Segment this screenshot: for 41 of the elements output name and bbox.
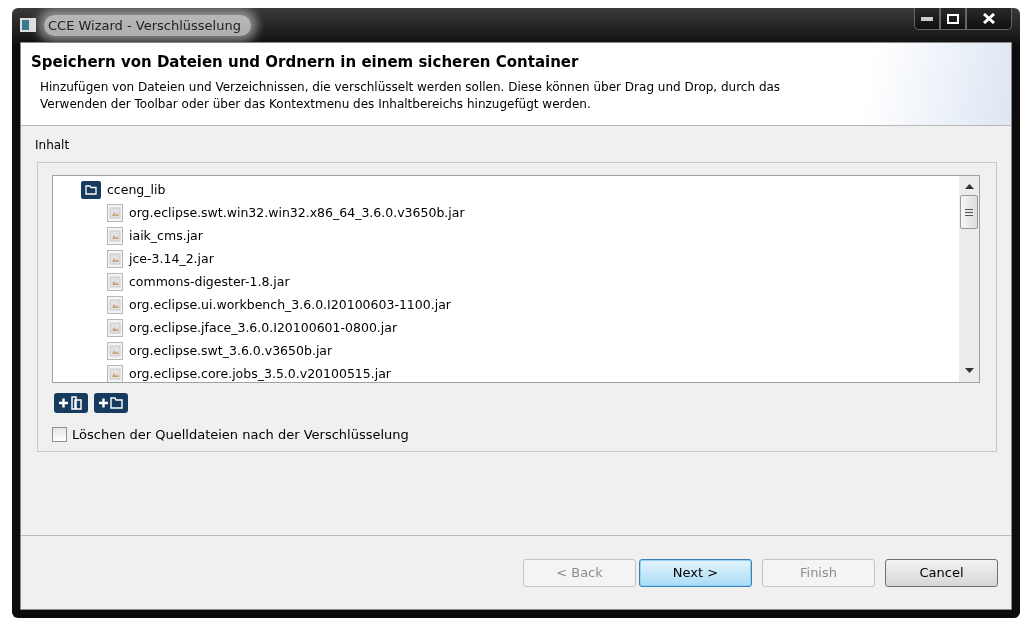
add-folder-icon: [98, 396, 124, 410]
tree-item[interactable]: cceng_lib: [107, 182, 166, 197]
app-icon: [20, 18, 36, 32]
maximize-icon: [947, 13, 959, 24]
add-folder-button[interactable]: [94, 393, 128, 413]
tree-item[interactable]: org.eclipse.ui.workbench_3.6.0.I20100603-1100.jar: [129, 297, 451, 312]
close-icon: [983, 13, 995, 24]
file-icon: [107, 318, 123, 337]
grip-icon: [965, 208, 973, 216]
file-icon: [107, 249, 123, 268]
file-icon: [107, 226, 123, 245]
file-icon: [107, 341, 123, 360]
file-icon: [107, 203, 123, 222]
window-title: CCE Wizard - Verschlüsselung: [44, 14, 251, 36]
scrollbar[interactable]: [959, 176, 979, 382]
tree-item[interactable]: iaik_cms.jar: [129, 228, 203, 243]
maximize-button[interactable]: [940, 8, 966, 30]
wizard-button[interactable]: Next >: [639, 558, 752, 587]
checkbox[interactable]: [52, 427, 67, 442]
file-icon: [107, 272, 123, 291]
minimize-button[interactable]: [914, 8, 940, 30]
scroll-up-icon: [964, 184, 974, 189]
close-button[interactable]: [966, 8, 1012, 30]
tree-item[interactable]: org.eclipse.core.jobs_3.5.0.v20100515.jar: [129, 366, 391, 381]
tree-item[interactable]: commons-digester-1.8.jar: [129, 274, 290, 289]
add-file-button[interactable]: [54, 393, 88, 413]
tree-item[interactable]: org.eclipse.swt_3.6.0.v3650b.jar: [129, 343, 333, 358]
checkbox-label: Löschen der Quelldateien nach der Verschlüsselung: [72, 427, 409, 442]
tree-item[interactable]: jce-3.14_2.jar: [129, 251, 214, 266]
tree-item[interactable]: org.eclipse.swt.win32.win32.x86_64_3.6.0.v3650b.jar: [129, 205, 465, 220]
page-title: Speichern von Dateien und Ordnern in einem sicheren Container: [31, 53, 580, 71]
minimize-icon: [921, 16, 933, 21]
section-label: Inhalt: [35, 138, 71, 152]
folder-icon: [81, 180, 101, 199]
scroll-down-icon: [964, 368, 974, 373]
wizard-button[interactable]: Cancel: [885, 558, 998, 587]
add-file-icon: [58, 396, 84, 410]
page-description: Hinzufügen von Dateien und Verzeichnissen, die verschlüsselt werden sollen. Diese können über Drag und Drop, durch das Verwenden der Toolbar oder über das Kontextmenu des Inhaltbereichs hinzugefügt werden.: [39, 79, 782, 113]
tree-item[interactable]: org.eclipse.jface_3.6.0.I20100601-0800.jar: [129, 320, 398, 335]
file-icon: [107, 295, 123, 314]
scroll-thumb[interactable]: [960, 195, 978, 229]
